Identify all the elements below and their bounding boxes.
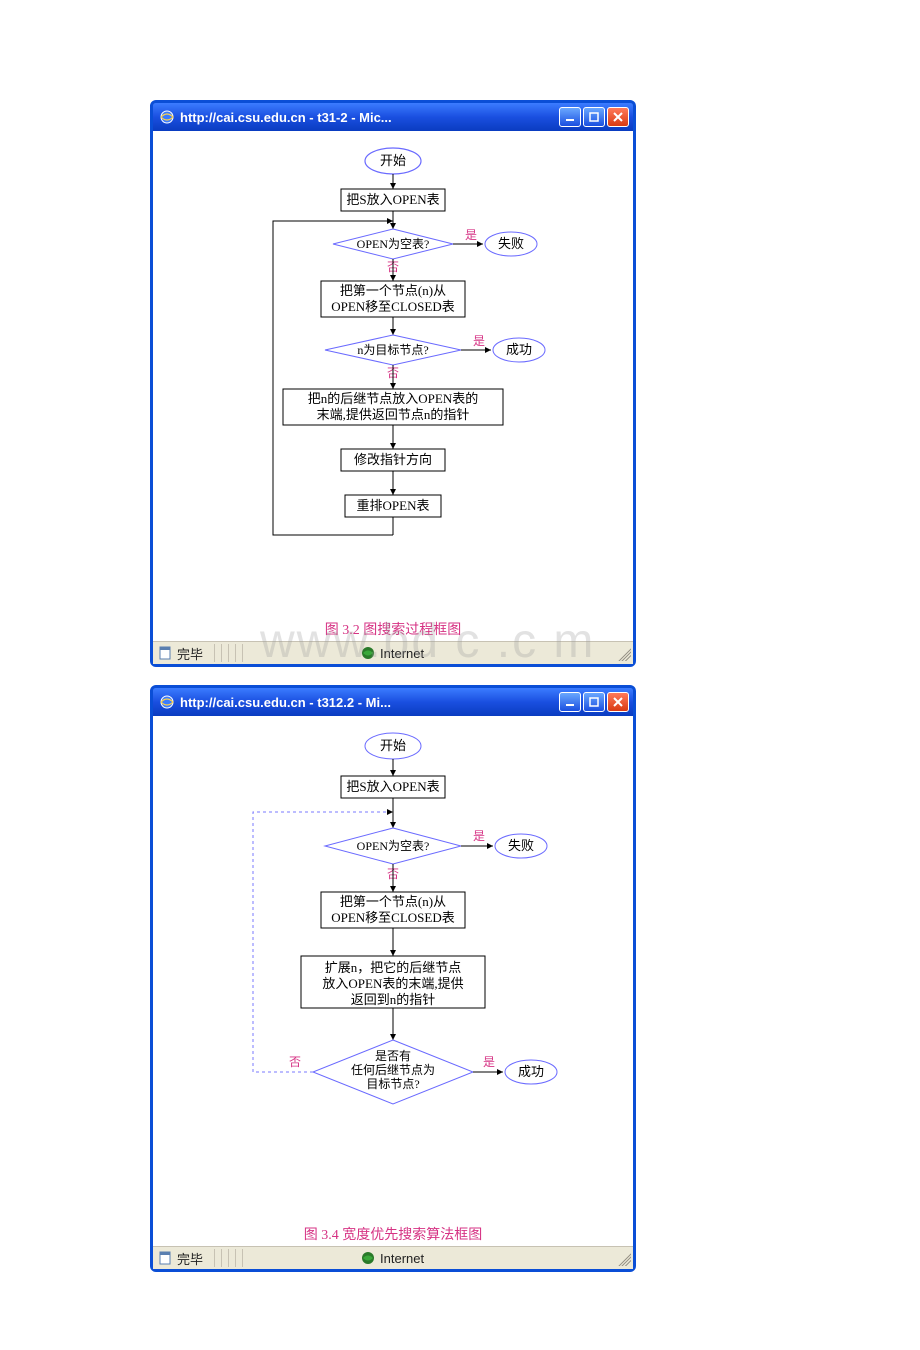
flow-start: 开始 [380,738,406,753]
browser-window-1: http://cai.csu.edu.cn - t31-2 - Mic... [150,100,636,667]
flow-step3-l1: 把n的后继节点放入OPEN表的 [308,391,478,406]
titlebar[interactable]: http://cai.csu.edu.cn - t31-2 - Mic... [153,103,633,131]
label-yes: 是 [473,829,485,843]
close-button[interactable] [607,692,629,712]
flow-step1: 把S放入OPEN表 [346,779,439,794]
flow-decision1: OPEN为空表? [357,237,430,251]
status-zone: Internet [380,1251,424,1266]
flow-decision1: OPEN为空表? [357,839,430,853]
flow-dec2-l1: 是否有 [375,1049,411,1063]
label-yes2: 是 [483,1055,495,1069]
flowchart-1: 开始 把S放入OPEN表 OPEN为空表? 是 失败 否 [153,131,633,617]
status-zone: Internet [380,646,424,661]
resize-grip[interactable] [615,1250,631,1266]
flow-fail: 失败 [508,838,534,853]
flow-step3-l2: 放入OPEN表的末端,提供 [322,976,463,991]
flow-dec2-l2: 任何后继节点为 [351,1063,435,1077]
titlebar[interactable]: http://cai.csu.edu.cn - t312.2 - Mi... [153,688,633,716]
window-title: http://cai.csu.edu.cn - t31-2 - Mic... [180,110,559,125]
flow-step3-l3: 返回到n的指针 [351,992,436,1007]
internet-zone-icon [360,645,376,661]
flow-step3-l1: 扩展n，把它的后继节点 [325,960,462,975]
flow-start: 开始 [380,153,406,168]
ie-icon [159,694,175,710]
maximize-button[interactable] [583,107,605,127]
resize-grip[interactable] [615,645,631,661]
page-icon [157,1250,173,1266]
internet-zone-icon [360,1250,376,1266]
ie-icon [159,109,175,125]
flowchart-2: 开始 把S放入OPEN表 OPEN为空表? 是 失败 否 [153,716,633,1222]
flow-step3-l2: 末端,提供返回节点n的指针 [317,407,470,422]
flow-success: 成功 [506,342,532,357]
flow-step2-l1: 把第一个节点(n)从 [340,283,446,298]
flow-success: 成功 [518,1064,544,1079]
content-area: 开始 把S放入OPEN表 OPEN为空表? 是 失败 否 [153,716,633,1246]
minimize-button[interactable] [559,692,581,712]
minimize-button[interactable] [559,107,581,127]
label-yes: 是 [465,228,477,242]
status-text: 完毕 [177,1249,211,1268]
flow-decision2: n为目标节点? [357,343,428,357]
browser-window-2: http://cai.csu.edu.cn - t312.2 - Mi... [150,685,636,1272]
flow-step1: 把S放入OPEN表 [346,192,439,207]
label-yes2: 是 [473,334,485,348]
window-title: http://cai.csu.edu.cn - t312.2 - Mi... [180,695,559,710]
flow-step2-l1: 把第一个节点(n)从 [340,894,446,909]
content-area: 开始 把S放入OPEN表 OPEN为空表? 是 失败 否 [153,131,633,641]
maximize-button[interactable] [583,692,605,712]
statusbar: 完毕 Internet [153,641,633,664]
page-icon [157,645,173,661]
flow-step4: 修改指针方向 [354,452,432,467]
label-no2: 否 [289,1055,301,1069]
close-button[interactable] [607,107,629,127]
flow-fail: 失败 [498,236,524,251]
flow-dec2-l3: 目标节点? [366,1077,419,1091]
flow-step2-l2: OPEN移至CLOSED表 [331,299,455,314]
flow-step2-l2: OPEN移至CLOSED表 [331,910,455,925]
flow-step5: 重排OPEN表 [357,498,430,513]
statusbar: 完毕 Internet [153,1246,633,1269]
status-text: 完毕 [177,644,211,663]
